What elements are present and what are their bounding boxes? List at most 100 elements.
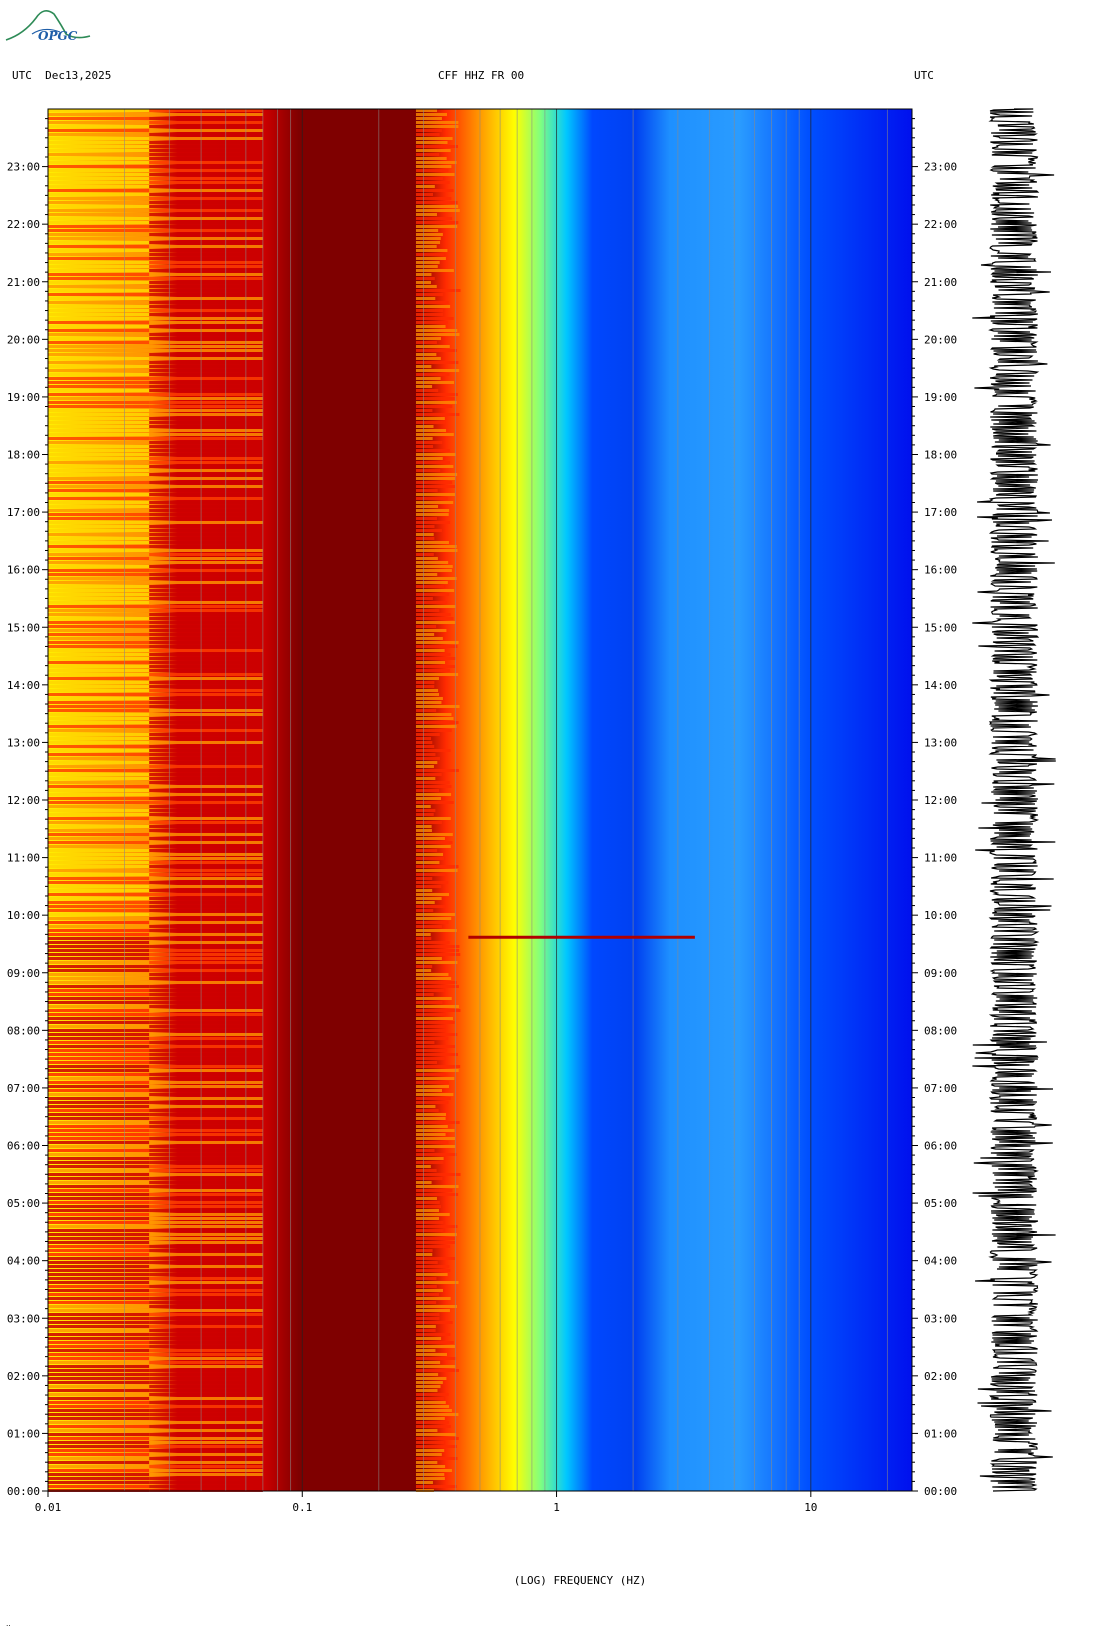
transition-band xyxy=(415,201,458,204)
low-freq-band xyxy=(48,485,150,488)
transition-band xyxy=(415,973,449,976)
low-freq-band xyxy=(48,1153,150,1156)
low-freq-band xyxy=(48,1437,150,1440)
low-freq-band xyxy=(48,429,150,432)
time-tick-label: 09:00 xyxy=(924,967,957,980)
transition-band xyxy=(415,257,446,260)
time-tick-label: 11:00 xyxy=(924,852,957,865)
transition-band xyxy=(415,1053,458,1056)
low-freq-band xyxy=(48,1197,150,1200)
low-freq-band xyxy=(48,629,150,632)
transition-band xyxy=(415,1297,451,1300)
transition-band xyxy=(415,517,437,520)
transition-band xyxy=(415,465,454,468)
low-freq-band xyxy=(48,1473,150,1476)
transition-band xyxy=(415,965,433,968)
low-freq-band xyxy=(48,1413,150,1416)
low-freq-band xyxy=(48,909,150,912)
freq-tick-label: 1 xyxy=(553,1501,560,1514)
transition-band xyxy=(415,793,452,796)
transition-band xyxy=(415,641,459,644)
time-tick-label: 17:00 xyxy=(924,506,957,519)
transition-band xyxy=(415,681,435,684)
transition-band xyxy=(415,1433,457,1436)
low-freq-band xyxy=(48,401,150,404)
time-tick-label: 20:00 xyxy=(924,333,957,346)
low-freq-band xyxy=(48,1069,150,1072)
low-freq-band xyxy=(48,773,150,776)
low-freq-band xyxy=(48,1273,150,1276)
low-freq-band xyxy=(48,365,150,368)
transition-band xyxy=(415,1001,443,1004)
low-freq-band xyxy=(48,329,150,332)
transition-band xyxy=(415,133,440,136)
low-freq-band xyxy=(48,421,150,424)
transition-band xyxy=(415,413,460,416)
low-freq-band xyxy=(48,313,150,316)
low-freq-band xyxy=(48,505,150,508)
low-freq-band xyxy=(48,565,150,568)
low-freq-band xyxy=(48,929,150,932)
low-freq-band xyxy=(48,473,150,476)
time-tick-label: 06:00 xyxy=(924,1140,957,1153)
low-freq-band xyxy=(48,973,150,976)
transition-band xyxy=(415,1393,449,1396)
transition-band xyxy=(415,501,454,504)
low-freq-band xyxy=(48,1453,150,1456)
low-freq-band xyxy=(48,893,150,896)
transition-band xyxy=(415,497,448,500)
low-freq-band xyxy=(48,793,150,796)
transition-band xyxy=(415,457,443,460)
transition-band xyxy=(415,1237,456,1240)
low-freq-band xyxy=(48,1085,150,1088)
low-freq-band xyxy=(48,1009,150,1012)
low-freq-band xyxy=(48,937,150,940)
transition-band xyxy=(415,1049,447,1052)
transition-band xyxy=(415,121,459,124)
low-freq-band xyxy=(48,1429,150,1432)
time-tick-label: 15:00 xyxy=(924,621,957,634)
transition-band xyxy=(415,941,450,944)
transition-band xyxy=(415,265,438,268)
low-freq-band xyxy=(48,325,150,328)
low-freq-band xyxy=(48,1173,150,1176)
transition-band xyxy=(415,313,444,316)
low-freq-band xyxy=(48,1065,150,1068)
transition-band xyxy=(415,433,454,436)
low-freq-band xyxy=(48,1021,150,1024)
low-freq-band xyxy=(48,501,150,504)
low-freq-band xyxy=(48,1277,150,1280)
transition-band xyxy=(415,173,455,176)
low-freq-band xyxy=(48,237,150,240)
time-tick-label: 13:00 xyxy=(924,736,957,749)
low-freq-band xyxy=(48,897,150,900)
low-freq-band xyxy=(48,1221,150,1224)
low-freq-band xyxy=(48,821,150,824)
time-tick-label: 03:00 xyxy=(924,1312,957,1325)
time-tick-label: 02:00 xyxy=(924,1370,957,1383)
low-freq-band xyxy=(48,221,150,224)
transition-band xyxy=(415,233,443,236)
transition-band xyxy=(415,597,433,600)
low-freq-band xyxy=(48,1209,150,1212)
low-freq-band xyxy=(48,1141,150,1144)
low-freq-band xyxy=(48,345,150,348)
transition-band xyxy=(415,1017,453,1020)
low-freq-band xyxy=(48,1029,150,1032)
transition-band xyxy=(415,229,439,232)
low-freq-band xyxy=(48,1049,150,1052)
low-freq-band xyxy=(48,577,150,580)
low-freq-band xyxy=(48,585,150,588)
transition-band xyxy=(415,193,433,196)
transition-band xyxy=(415,249,448,252)
transition-band xyxy=(415,1109,439,1112)
transition-band xyxy=(415,789,439,792)
time-tick-label: 05:00 xyxy=(7,1197,40,1210)
low-freq-band xyxy=(48,601,150,604)
transition-band xyxy=(415,909,434,912)
low-freq-band xyxy=(48,537,150,540)
transition-band xyxy=(415,1377,447,1380)
low-freq-band xyxy=(48,545,150,548)
low-freq-band xyxy=(48,1245,150,1248)
transition-band xyxy=(415,665,456,668)
